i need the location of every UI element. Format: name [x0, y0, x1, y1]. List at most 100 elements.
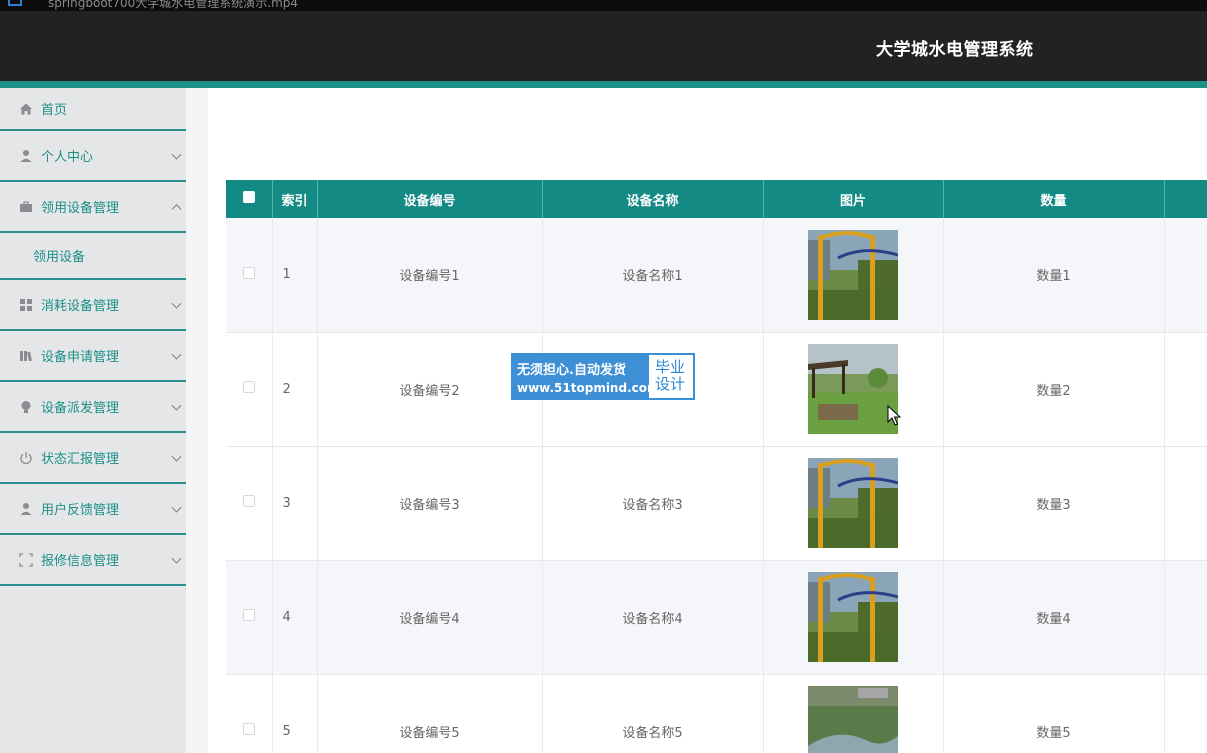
sidebar-item-equipment-borrow[interactable]: 领用设备管理 — [0, 182, 186, 233]
mouse-cursor-icon — [887, 405, 901, 426]
watermark-right-bottom: 设计 — [655, 375, 686, 393]
cell-image — [763, 560, 944, 675]
sidebar-item-label: 设备派发管理 — [41, 401, 120, 416]
column-header[interactable]: 设备编号 — [317, 180, 543, 218]
power-icon — [19, 451, 33, 465]
cell-image — [763, 446, 944, 561]
equipment-table: 索引 设备编号 设备名称 图片 数量 1 设备编号1 设备名称1 数量1 2 设… — [226, 180, 1207, 753]
cell-qty: 数量1 — [943, 218, 1165, 333]
bulb-icon — [19, 400, 33, 414]
sidebar-item-label: 状态汇报管理 — [41, 452, 120, 467]
table-row[interactable]: 4 设备编号4 设备名称4 数量4 — [226, 560, 1207, 675]
chevron-down-icon — [171, 349, 182, 360]
row-checkbox[interactable] — [242, 266, 255, 279]
chevron-down-icon — [171, 298, 182, 309]
window-title: springboot700大学城水电管理系统演示.mp4 — [48, 0, 299, 10]
cell-code: 设备编号3 — [317, 446, 543, 561]
row-checkbox[interactable] — [242, 495, 255, 507]
sidebar-item-label: 设备申请管理 — [41, 350, 120, 365]
sidebar-item-user-feedback[interactable]: 用户反馈管理 — [0, 484, 186, 535]
cell-code: 设备编号2 — [317, 332, 543, 447]
user-icon — [19, 149, 33, 163]
table-header-row: 索引 设备编号 设备名称 图片 数量 — [226, 180, 1207, 218]
row-index: 5 — [272, 674, 318, 753]
system-title: 大学城水电管理系统 — [876, 40, 1034, 60]
equipment-photo[interactable] — [808, 686, 898, 753]
table-row[interactable]: 3 设备编号3 设备名称3 数量3 — [226, 446, 1207, 561]
home-icon — [19, 102, 33, 116]
cell-name: 设备名称3 — [542, 446, 764, 561]
sidebar-item-equipment-application[interactable]: 设备申请管理 — [0, 331, 186, 382]
sidebar-item-consumable-equipment[interactable]: 消耗设备管理 — [0, 280, 186, 331]
sidebar-subitem-borrow-equipment[interactable]: 领用设备 — [0, 233, 186, 280]
app-icon — [8, 0, 22, 6]
column-header-extra — [1164, 180, 1207, 218]
sidebar-item-label: 个人中心 — [41, 150, 94, 165]
cell-name: 设备名称4 — [542, 560, 764, 675]
watermark-url: www.51topmind.com — [517, 381, 660, 395]
row-checkbox[interactable] — [242, 723, 255, 735]
cell-image — [763, 674, 944, 753]
top-header: 大学城水电管理系统 — [0, 11, 1207, 81]
sidebar-item-label: 报修信息管理 — [41, 554, 120, 569]
sidebar-item-home[interactable]: 首页 — [0, 88, 186, 131]
row-index: 4 — [272, 560, 318, 675]
table-row[interactable]: 1 设备编号1 设备名称1 数量1 — [226, 218, 1207, 333]
select-all-checkbox[interactable] — [242, 191, 255, 203]
window-titlebar: springboot700大学城水电管理系统演示.mp4 — [0, 0, 1207, 11]
chevron-up-icon — [171, 203, 182, 214]
cell-image — [763, 218, 944, 333]
cell-image — [763, 332, 944, 447]
header-accent-bar — [0, 81, 1207, 88]
row-checkbox[interactable] — [242, 381, 255, 393]
chevron-down-icon — [171, 149, 182, 160]
grid-icon — [19, 298, 33, 312]
table-row[interactable]: 5 设备编号5 设备名称5 数量5 — [226, 674, 1207, 753]
select-all-cell — [226, 180, 273, 218]
books-icon — [19, 349, 33, 363]
cell-qty: 数量2 — [943, 332, 1165, 447]
cell-code: 设备编号1 — [317, 218, 543, 333]
watermark-badge: 无须担心.自动发货 www.51topmind.com 毕业 设计 — [511, 353, 695, 400]
row-index: 1 — [272, 218, 318, 333]
cell-name: 设备名称5 — [542, 674, 764, 753]
sidebar-subitem-label: 领用设备 — [33, 250, 86, 265]
sidebar-item-label: 用户反馈管理 — [41, 503, 120, 518]
sidebar-item-equipment-dispatch[interactable]: 设备派发管理 — [0, 382, 186, 433]
column-header[interactable]: 数量 — [943, 180, 1165, 218]
sidebar-item-label: 领用设备管理 — [41, 201, 120, 216]
watermark-line1: 无须担心.自动发货 — [517, 363, 626, 378]
equipment-photo[interactable] — [808, 344, 898, 434]
sidebar-item-label: 消耗设备管理 — [41, 299, 120, 314]
row-checkbox[interactable] — [242, 609, 255, 621]
cell-code: 设备编号4 — [317, 560, 543, 675]
cell-code: 设备编号5 — [317, 674, 543, 753]
user-icon — [19, 502, 33, 516]
cell-qty: 数量3 — [943, 446, 1165, 561]
chevron-down-icon — [171, 400, 182, 411]
table-row[interactable]: 2 设备编号2 设备名称2 数量2 — [226, 332, 1207, 447]
equipment-photo[interactable] — [808, 572, 898, 662]
cell-qty: 数量4 — [943, 560, 1165, 675]
column-header[interactable]: 图片 — [763, 180, 944, 218]
chevron-down-icon — [171, 553, 182, 564]
column-header[interactable]: 索引 — [272, 180, 318, 218]
watermark-right-top: 毕业 — [655, 358, 686, 376]
watermark-right: 毕业 设计 — [649, 355, 693, 398]
cell-qty: 数量5 — [943, 674, 1165, 753]
sidebar: 首页 个人中心 领用设备管理 领用设备 消耗设备管理 设备申请管理 设备派发管理… — [0, 88, 186, 753]
column-header[interactable]: 设备名称 — [542, 180, 764, 218]
expand-icon — [19, 552, 33, 567]
sidebar-item-label: 首页 — [41, 103, 68, 118]
briefcase-icon — [19, 200, 33, 214]
chevron-down-icon — [171, 502, 182, 513]
watermark-left: 无须担心.自动发货 www.51topmind.com — [513, 355, 660, 398]
row-index: 2 — [272, 332, 318, 447]
row-index: 3 — [272, 446, 318, 561]
equipment-photo[interactable] — [808, 458, 898, 548]
sidebar-item-status-report[interactable]: 状态汇报管理 — [0, 433, 186, 484]
equipment-photo[interactable] — [808, 229, 898, 320]
sidebar-item-repair-info[interactable]: 报修信息管理 — [0, 535, 186, 586]
sidebar-item-personal-center[interactable]: 个人中心 — [0, 131, 186, 182]
cell-name: 设备名称1 — [542, 218, 764, 333]
